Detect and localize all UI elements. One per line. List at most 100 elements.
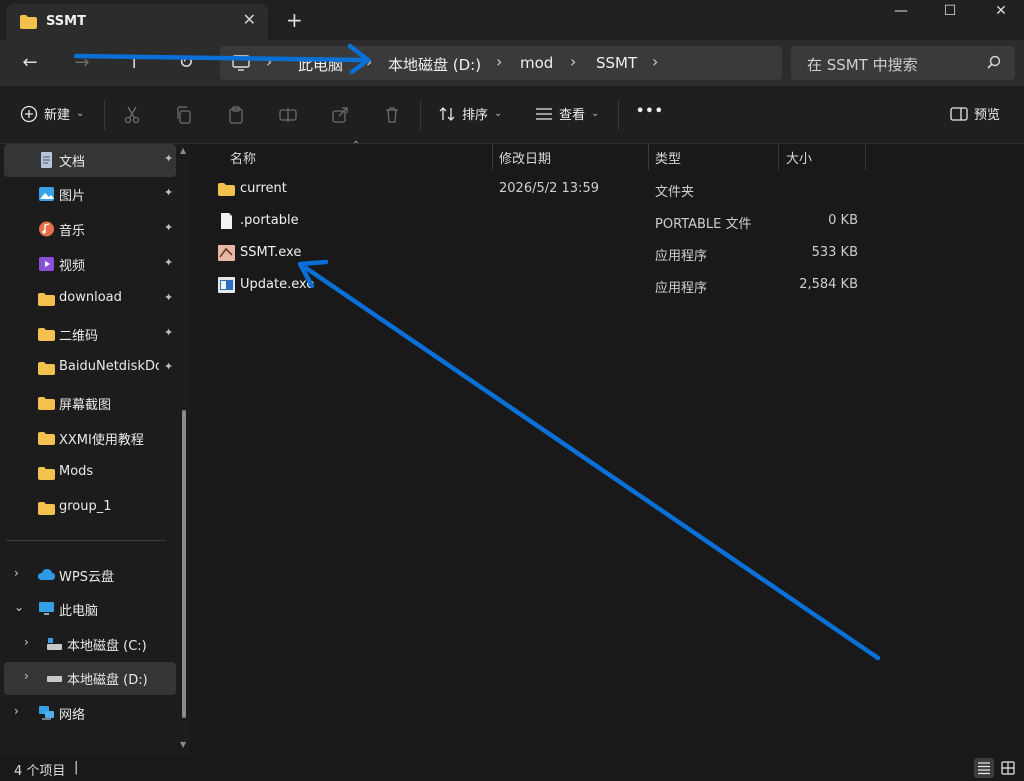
chevron-down-icon[interactable]: ⌄ bbox=[14, 600, 24, 614]
pin-icon: ✦ bbox=[164, 291, 174, 304]
breadcrumb-drive-d[interactable]: 本地磁盘 (D:) bbox=[388, 54, 481, 75]
tab-title: SSMT bbox=[46, 14, 86, 29]
sidebar-item-pictures[interactable]: 图片 ✦ bbox=[4, 178, 176, 211]
address-bar[interactable]: › 此电脑 › 本地磁盘 (D:) › mod › SSMT › bbox=[220, 46, 782, 80]
app-icon bbox=[218, 277, 235, 293]
sidebar-item-drive-d[interactable]: › 本地磁盘 (D:) bbox=[4, 662, 176, 695]
sidebar-item-label: Mods bbox=[59, 464, 94, 479]
close-window-button[interactable]: ✕ bbox=[978, 0, 1024, 22]
maximize-button[interactable]: ☐ bbox=[927, 0, 973, 22]
sidebar-item-download[interactable]: download ✦ bbox=[4, 283, 176, 316]
tiles-view-icon bbox=[1001, 761, 1015, 775]
cut-icon[interactable] bbox=[122, 105, 142, 125]
breadcrumb-ssmt[interactable]: SSMT bbox=[596, 54, 637, 72]
view-button-label: 查看 bbox=[559, 108, 586, 123]
sidebar-item-network[interactable]: › 网络 bbox=[4, 697, 176, 730]
file-name: current bbox=[240, 181, 287, 196]
column-divider[interactable] bbox=[648, 144, 649, 170]
file-row-update-exe[interactable]: Update.exe 应用程序 2,584 KB bbox=[206, 270, 866, 300]
scroll-thumb[interactable] bbox=[182, 410, 186, 718]
chevron-right-icon[interactable]: › bbox=[24, 669, 29, 683]
sidebar-item-baidunetdisk[interactable]: BaiduNetdiskDownload ✦ bbox=[4, 352, 176, 385]
sort-icon bbox=[439, 106, 455, 121]
pin-icon: ✦ bbox=[164, 256, 174, 269]
preview-pane-button[interactable]: 预览 bbox=[950, 104, 1000, 123]
file-type: PORTABLE 文件 bbox=[655, 217, 752, 232]
paste-icon[interactable] bbox=[226, 105, 246, 125]
file-type: 应用程序 bbox=[655, 281, 708, 296]
sidebar-item-this-pc[interactable]: ⌄ 此电脑 bbox=[4, 593, 176, 626]
tab-ssmt[interactable]: SSMT ✕ bbox=[6, 4, 268, 40]
sidebar-item-screenshots[interactable]: 屏幕截图 bbox=[4, 387, 176, 420]
sidebar-item-label: BaiduNetdiskDownload bbox=[59, 359, 159, 374]
sidebar-scrollbar[interactable]: ▲ ▼ bbox=[180, 144, 188, 756]
minimize-button[interactable]: — bbox=[878, 0, 924, 22]
column-header-name[interactable]: 名称 bbox=[230, 148, 256, 170]
breadcrumb-mod[interactable]: mod bbox=[520, 54, 553, 72]
scroll-down-arrow[interactable]: ▼ bbox=[180, 740, 186, 749]
file-row-portable[interactable]: .portable PORTABLE 文件 0 KB bbox=[206, 206, 866, 236]
sidebar-item-drive-c[interactable]: › 本地磁盘 (C:) bbox=[4, 628, 176, 661]
pin-icon: ✦ bbox=[164, 152, 174, 165]
view-button[interactable]: 查看 ⌄ bbox=[535, 104, 599, 123]
up-button[interactable]: ↑ bbox=[122, 52, 146, 74]
share-icon[interactable] bbox=[330, 105, 350, 125]
navigation-pane: 文档 ✦ 图片 ✦ 音乐 ✦ 视频 ✦ download ✦ 二维码 ✦ Bai… bbox=[0, 144, 190, 756]
search-input[interactable]: 在 SSMT 中搜索 bbox=[807, 54, 918, 75]
refresh-button[interactable]: ↻ bbox=[174, 52, 198, 74]
column-header-size[interactable]: 大小 bbox=[786, 148, 812, 170]
command-bar: 新建 ⌄ 排序 ⌄ 查看 ⌄ ••• 预览 bbox=[0, 86, 1024, 144]
copy-icon[interactable] bbox=[174, 105, 194, 125]
pin-icon: ✦ bbox=[164, 326, 174, 339]
sidebar-item-group-1[interactable]: group_1 bbox=[4, 492, 176, 525]
sidebar-item-wps-cloud[interactable]: › WPS云盘 bbox=[4, 559, 176, 592]
sidebar-item-music[interactable]: 音乐 ✦ bbox=[4, 213, 176, 246]
chevron-right-icon[interactable]: › bbox=[24, 635, 29, 649]
chevron-right-icon[interactable]: › bbox=[14, 704, 19, 718]
column-header-type[interactable]: 类型 bbox=[655, 148, 681, 170]
details-view-button[interactable] bbox=[974, 758, 994, 778]
file-type: 文件夹 bbox=[655, 185, 695, 200]
breadcrumb-this-pc[interactable]: 此电脑 bbox=[298, 54, 343, 75]
chevron-right-icon[interactable]: › bbox=[14, 566, 19, 580]
more-options-button[interactable]: ••• bbox=[636, 104, 664, 119]
chevron-right-icon: › bbox=[366, 52, 373, 71]
tab-close-button[interactable]: ✕ bbox=[243, 10, 256, 29]
sidebar-item-mods[interactable]: Mods bbox=[4, 457, 176, 490]
app-icon bbox=[218, 245, 235, 261]
preview-pane-label: 预览 bbox=[974, 108, 1001, 123]
chevron-right-icon: › bbox=[496, 52, 503, 71]
pc-icon bbox=[39, 602, 54, 615]
column-divider[interactable] bbox=[492, 144, 493, 170]
back-button[interactable]: ← bbox=[18, 52, 42, 74]
new-button[interactable]: 新建 ⌄ bbox=[20, 104, 84, 123]
chevron-right-icon: › bbox=[266, 52, 273, 71]
sidebar-item-label: XXMI使用教程 bbox=[59, 433, 144, 448]
folder-icon bbox=[38, 293, 55, 306]
details-view-icon bbox=[978, 762, 990, 775]
column-header-date[interactable]: 修改日期 bbox=[499, 148, 551, 170]
file-row-current[interactable]: current 2026/5/2 13:59 文件夹 bbox=[206, 174, 866, 204]
column-divider[interactable] bbox=[865, 144, 866, 170]
sidebar-item-videos[interactable]: 视频 ✦ bbox=[4, 248, 176, 281]
sidebar-item-qrcode[interactable]: 二维码 ✦ bbox=[4, 318, 176, 351]
sidebar-item-documents[interactable]: 文档 ✦ bbox=[4, 144, 176, 177]
search-box[interactable]: 在 SSMT 中搜索 bbox=[791, 46, 1015, 80]
file-row-ssmt-exe[interactable]: SSMT.exe 应用程序 533 KB bbox=[206, 238, 866, 268]
file-size: 0 KB bbox=[828, 213, 858, 228]
sidebar-item-label: 二维码 bbox=[59, 329, 99, 344]
new-tab-button[interactable]: + bbox=[286, 8, 303, 32]
column-divider[interactable] bbox=[778, 144, 779, 170]
sidebar-item-label: 网络 bbox=[59, 708, 86, 723]
sort-button[interactable]: 排序 ⌄ bbox=[438, 104, 502, 123]
status-bar: 4 个项目 | bbox=[0, 756, 1024, 781]
file-type: 应用程序 bbox=[655, 249, 708, 264]
sidebar-item-xxmi-tutorial[interactable]: XXMI使用教程 bbox=[4, 422, 176, 455]
rename-icon[interactable] bbox=[278, 105, 298, 125]
forward-button[interactable]: → bbox=[70, 52, 94, 74]
scroll-up-arrow[interactable]: ▲ bbox=[180, 146, 186, 155]
sidebar-item-label: 图片 bbox=[59, 189, 86, 204]
delete-icon[interactable] bbox=[382, 105, 402, 125]
file-size: 533 KB bbox=[811, 245, 858, 260]
tiles-view-button[interactable] bbox=[998, 758, 1018, 778]
